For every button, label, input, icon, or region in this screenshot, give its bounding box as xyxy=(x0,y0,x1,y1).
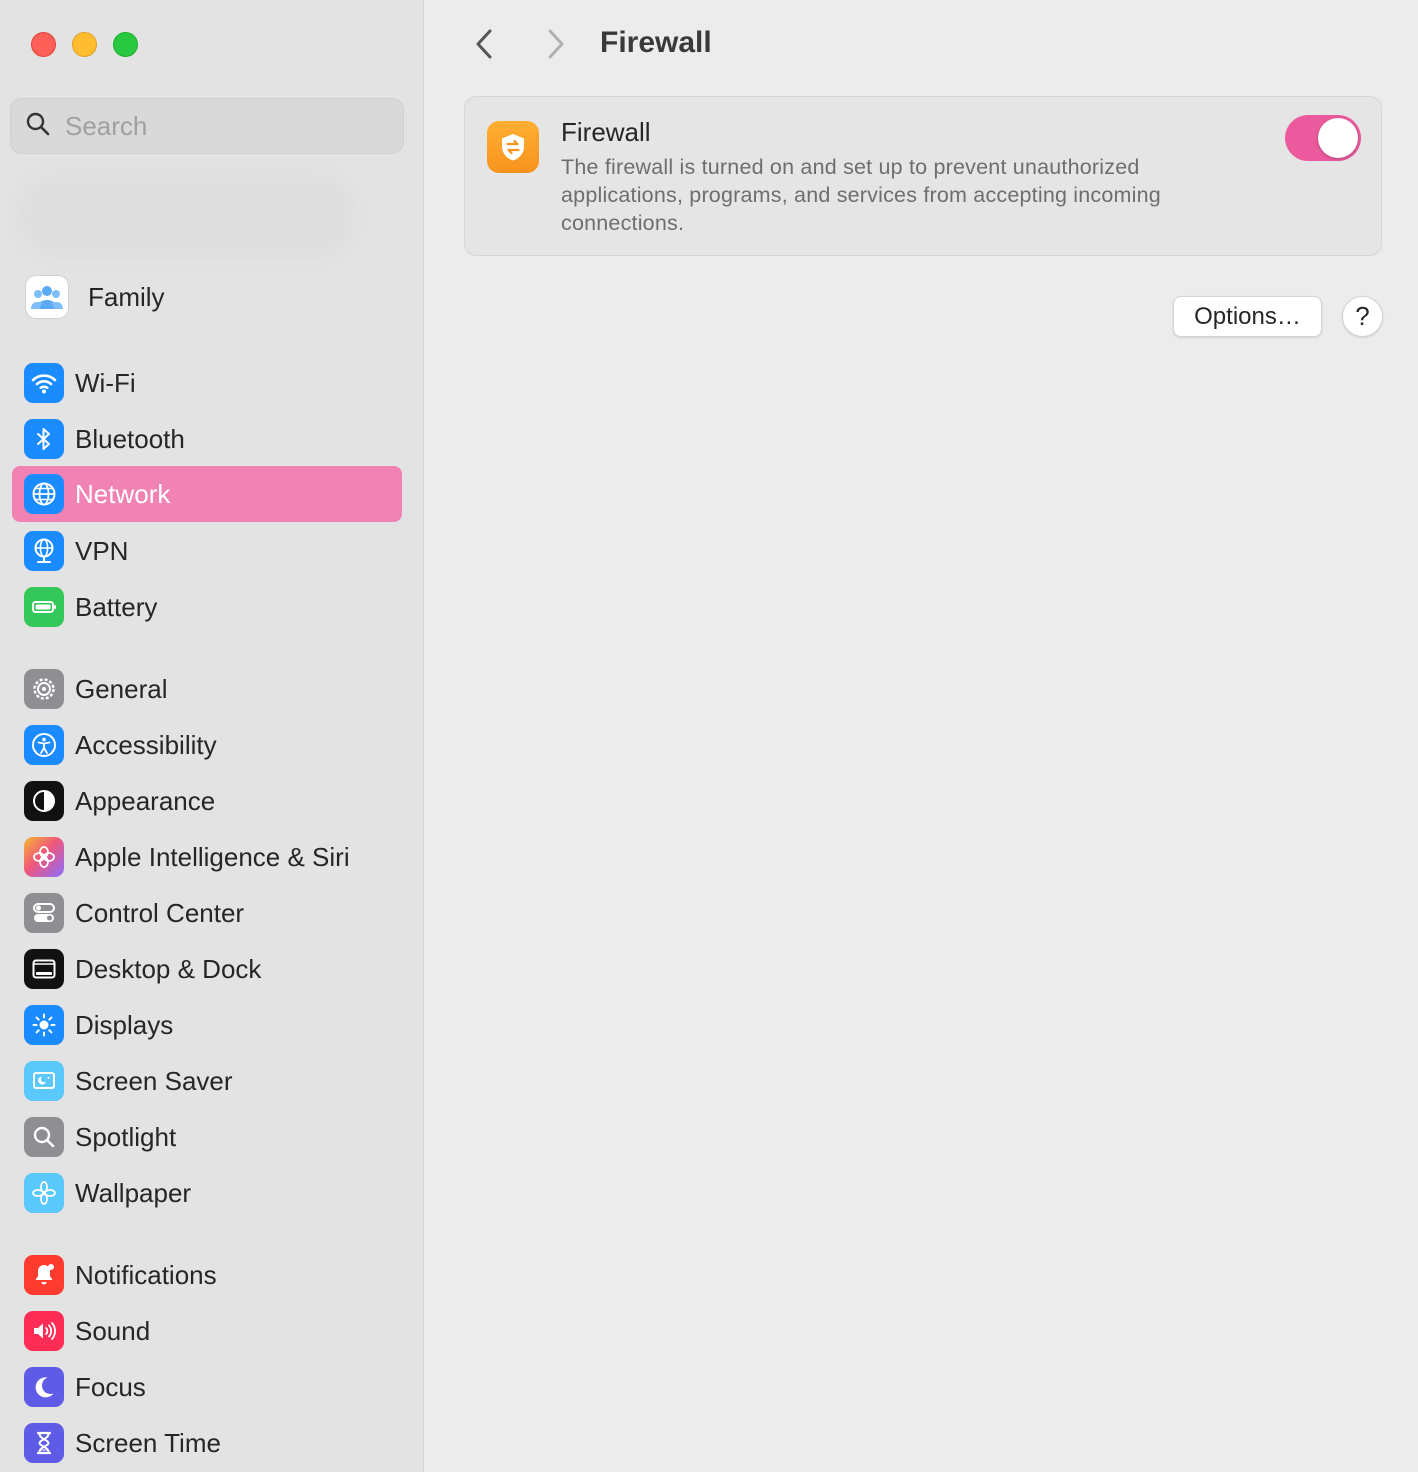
globe-icon xyxy=(24,474,64,514)
search-input[interactable] xyxy=(65,110,365,142)
wifi-icon xyxy=(24,363,64,403)
traffic-lights xyxy=(31,32,138,57)
sidebar-item-label: Bluetooth xyxy=(75,423,185,454)
sidebar-item-label: Control Center xyxy=(75,897,245,928)
sidebar-item-label: Displays xyxy=(75,1009,174,1040)
sidebar-item-notifications[interactable]: Notifications xyxy=(12,1247,402,1303)
content-pane: Firewall Firewall The firewall is turned… xyxy=(424,0,1418,1472)
navigation-arrows xyxy=(468,26,572,62)
battery-icon xyxy=(24,587,64,627)
close-button[interactable] xyxy=(31,32,56,57)
sidebar-item-vpn[interactable]: VPN xyxy=(12,523,402,579)
sidebar-item-label: Family xyxy=(88,281,165,312)
chevron-left-icon xyxy=(476,29,492,59)
page-title: Firewall xyxy=(600,26,712,59)
sidebar-item-sound[interactable]: Sound xyxy=(12,1303,402,1359)
sidebar-item-general[interactable]: General xyxy=(12,661,402,717)
sidebar-item-label: Wi-Fi xyxy=(75,367,136,398)
sidebar-item-family[interactable]: Family xyxy=(26,276,165,318)
search-field[interactable] xyxy=(10,98,404,154)
firewall-description: The firewall is turned on and set up to … xyxy=(561,155,1161,235)
vpn-globe-icon xyxy=(24,531,64,571)
speaker-icon xyxy=(24,1311,64,1351)
moon-icon xyxy=(24,1367,64,1407)
sidebar-item-label: Appearance xyxy=(75,785,216,816)
forward-button[interactable] xyxy=(540,26,572,62)
back-button[interactable] xyxy=(468,26,500,62)
sidebar-item-label: VPN xyxy=(75,535,129,566)
sidebar-item-focus[interactable]: Focus xyxy=(12,1359,402,1415)
dock-icon xyxy=(24,949,64,989)
sidebar-item-appearance[interactable]: Appearance xyxy=(12,773,402,829)
apple-account-blurred[interactable] xyxy=(18,172,356,258)
sidebar-item-wallpaper[interactable]: Wallpaper xyxy=(12,1165,402,1221)
family-icon xyxy=(26,276,68,318)
sidebar-item-label: Sound xyxy=(75,1315,151,1346)
sidebar-item-bluetooth[interactable]: Bluetooth xyxy=(12,411,402,467)
sidebar-item-siri[interactable]: Apple Intelligence & Siri xyxy=(12,829,402,885)
sun-icon xyxy=(24,1005,64,1045)
firewall-card: Firewall The firewall is turned on and s… xyxy=(464,96,1382,256)
sidebar-item-control-center[interactable]: Control Center xyxy=(12,885,402,941)
sidebar-item-label: Desktop & Dock xyxy=(75,953,262,984)
sidebar-item-desktop-dock[interactable]: Desktop & Dock xyxy=(12,941,402,997)
sidebar-item-spotlight[interactable]: Spotlight xyxy=(12,1109,402,1165)
sidebar-item-label: Spotlight xyxy=(75,1121,177,1152)
sidebar-item-label: Screen Time xyxy=(75,1427,221,1458)
appearance-icon xyxy=(24,781,64,821)
screen-saver-icon xyxy=(24,1061,64,1101)
sidebar-item-network[interactable]: Network xyxy=(12,466,402,522)
gear-icon xyxy=(24,669,64,709)
sidebar-item-screen-saver[interactable]: Screen Saver xyxy=(12,1053,402,1109)
sidebar-item-screen-time[interactable]: Screen Time xyxy=(12,1415,402,1471)
sidebar-item-battery[interactable]: Battery xyxy=(12,579,402,635)
chevron-right-icon xyxy=(548,29,564,59)
sidebar-item-label: General xyxy=(75,673,168,704)
toggle-knob xyxy=(1318,118,1358,158)
hourglass-icon xyxy=(24,1423,64,1463)
search-icon xyxy=(25,111,51,142)
firewall-shield-icon xyxy=(487,121,539,173)
sidebar-item-label: Accessibility xyxy=(75,729,217,760)
zoom-button[interactable] xyxy=(113,32,138,57)
toggles-icon xyxy=(24,893,64,933)
sidebar: Family Wi-Fi Bluetooth Network VPN xyxy=(0,0,424,1472)
apple-intelligence-icon xyxy=(24,837,64,877)
bell-icon xyxy=(24,1255,64,1295)
sidebar-item-label: Wallpaper xyxy=(75,1177,192,1208)
sidebar-item-label: Screen Saver xyxy=(75,1065,233,1096)
firewall-toggle[interactable] xyxy=(1285,115,1361,161)
sidebar-item-accessibility[interactable]: Accessibility xyxy=(12,717,402,773)
options-button[interactable]: Options… xyxy=(1173,296,1322,337)
firewall-title: Firewall xyxy=(561,117,651,147)
sidebar-item-label: Focus xyxy=(75,1371,146,1402)
bluetooth-icon xyxy=(24,419,64,459)
system-settings-window: Family Wi-Fi Bluetooth Network VPN xyxy=(0,0,1418,1472)
sidebar-item-label: Battery xyxy=(75,591,158,622)
accessibility-icon xyxy=(24,725,64,765)
magnifier-icon xyxy=(24,1117,64,1157)
sidebar-item-label: Apple Intelligence & Siri xyxy=(75,841,350,872)
sidebar-item-displays[interactable]: Displays xyxy=(12,997,402,1053)
sidebar-item-label: Network xyxy=(75,478,171,509)
minimize-button[interactable] xyxy=(72,32,97,57)
help-button[interactable]: ? xyxy=(1342,296,1383,337)
flower-icon xyxy=(24,1173,64,1213)
sidebar-item-label: Notifications xyxy=(75,1259,217,1290)
sidebar-item-wifi[interactable]: Wi-Fi xyxy=(12,355,402,411)
